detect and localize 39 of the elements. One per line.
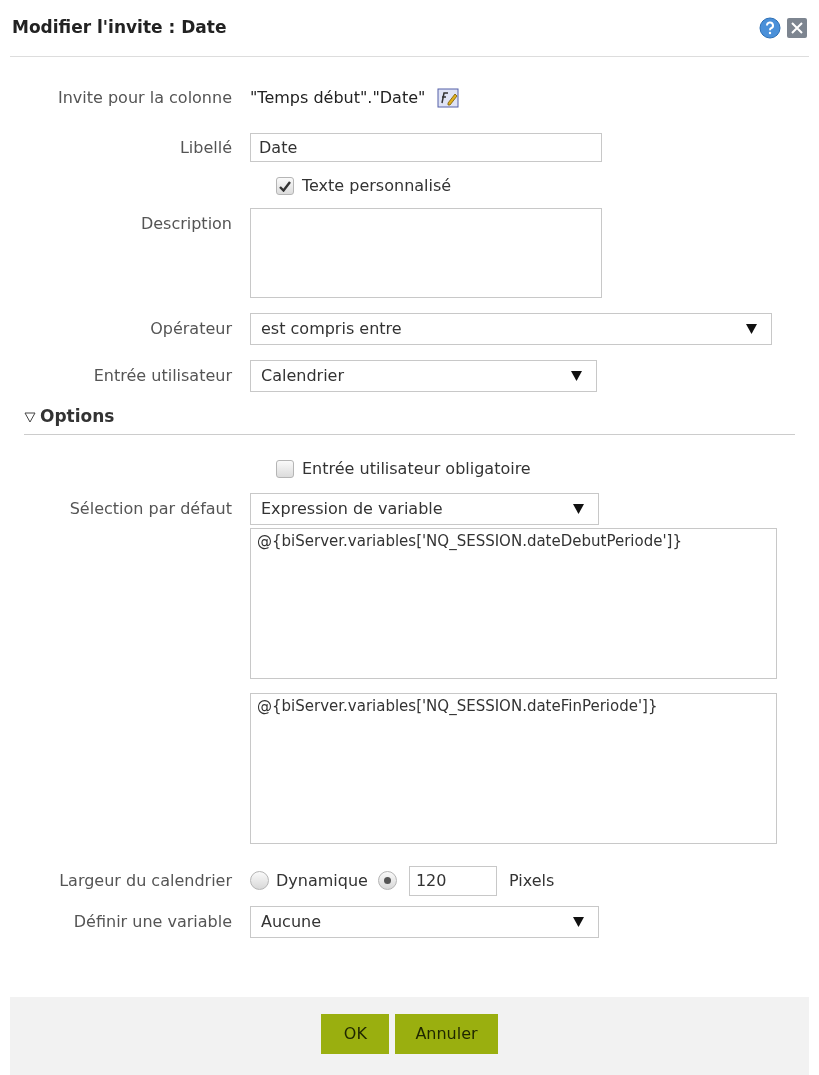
- field-label: Invite pour la colonne: [58, 88, 232, 107]
- checkbox[interactable]: [276, 459, 294, 478]
- checkbox-label: Entrée utilisateur obligatoire: [302, 457, 531, 480]
- field-label: Entrée utilisateur: [93, 366, 232, 385]
- radio-button[interactable]: [377, 871, 397, 890]
- field-label: Libellé: [179, 137, 232, 157]
- check-icon: [279, 180, 291, 192]
- column-name: "Temps début"."Date": [250, 87, 426, 109]
- caret-icon: [573, 503, 584, 514]
- caret-icon: [746, 324, 757, 334]
- field-label: Description: [140, 214, 232, 233]
- dialog-button[interactable]: Annuler: [395, 1014, 498, 1054]
- checkbox-label: Texte personnalisé: [302, 175, 452, 197]
- dropdown[interactable]: Calendrier: [250, 360, 597, 392]
- dropdown[interactable]: est compris entre: [250, 313, 772, 345]
- dropdown[interactable]: Expression de variable: [250, 492, 599, 525]
- formula-edit-icon[interactable]: [437, 88, 460, 108]
- radio-label: Dynamique: [276, 869, 368, 892]
- field-label: Définir une variable: [73, 911, 232, 931]
- expression-field[interactable]: @{biServer.variables['NQ_SESSION.dateDebutPeriode']}: [250, 527, 777, 679]
- field-label: Sélection par défaut: [69, 498, 232, 518]
- section-title: Options: [40, 405, 115, 428]
- help-icon[interactable]: [759, 17, 781, 39]
- radio-button[interactable]: [250, 871, 269, 890]
- dialog-title: Modifier l'invite : Date: [12, 16, 227, 40]
- collapse-toggle-icon[interactable]: [24, 410, 36, 423]
- caret-icon: [571, 371, 582, 381]
- unit-label: Pixels: [508, 869, 555, 892]
- field-label: Largeur du calendrier: [59, 870, 232, 890]
- expression-field[interactable]: @{biServer.variables['NQ_SESSION.dateFinPeriode']}: [250, 692, 777, 844]
- caret-icon: [573, 916, 584, 927]
- field-label: Opérateur: [150, 319, 232, 338]
- description-field[interactable]: [250, 208, 602, 298]
- text-input[interactable]: Date: [250, 133, 602, 162]
- checkbox[interactable]: [276, 177, 294, 195]
- dialog-button[interactable]: OK: [321, 1014, 390, 1054]
- close-icon[interactable]: [787, 18, 807, 38]
- dropdown[interactable]: Aucune: [250, 905, 599, 938]
- width-input[interactable]: 120: [408, 865, 497, 896]
